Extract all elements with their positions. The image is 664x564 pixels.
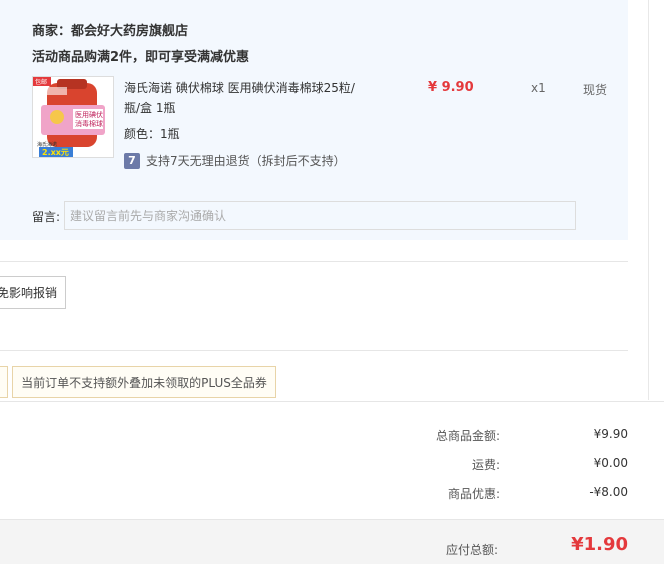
payable-value: ¥1.90 xyxy=(571,534,628,555)
summary-value: ¥0.00 xyxy=(593,456,628,470)
coupon-notice: 当前订单不支持额外叠加未领取的PLUS全品券 xyxy=(12,366,276,398)
note-input[interactable] xyxy=(64,201,576,230)
seven-day-return-icon: 7 xyxy=(124,152,140,169)
panel-edge-divider xyxy=(648,0,649,400)
note-label: 留言: xyxy=(32,210,61,224)
merchant-name[interactable]: 商家：都会好大药房旗舰店 xyxy=(32,20,188,39)
product-quantity: x1 xyxy=(531,81,546,95)
thumb-label-1: 医用碘伏 xyxy=(75,110,103,119)
summary-value: ¥9.90 xyxy=(593,427,628,441)
thumb-label-2: 消毒棉球 xyxy=(75,119,103,128)
summary-discount: 商品优惠: -¥8.00 xyxy=(400,485,630,505)
invoice-option-button[interactable]: 免影响报销 xyxy=(0,276,66,309)
coupon-tab-edge[interactable] xyxy=(0,366,8,398)
payable-label: 应付总额: xyxy=(446,543,499,557)
product-title[interactable]: 海氏海诺 碘伏棉球 医用碘伏消毒棉球25粒/瓶/盒 1瓶 xyxy=(124,78,364,118)
summary-label: 运费: xyxy=(471,458,500,472)
promo-text: 活动商品购满2件，即可享受满减优惠 xyxy=(32,50,250,65)
product-stock-status: 现货 xyxy=(583,83,608,97)
right-gutter xyxy=(628,0,664,400)
thumb-brand: 海氏海诺 xyxy=(37,141,57,148)
divider xyxy=(0,350,628,351)
return-policy: 7 支持7天无理由退货（拆封后不支持） xyxy=(124,152,346,169)
return-policy-text: 支持7天无理由退货（拆封后不支持） xyxy=(146,154,346,168)
summary-goods-total: 总商品金额: ¥9.90 xyxy=(400,427,630,447)
product-color: 颜色：1瓶 xyxy=(124,127,180,141)
divider xyxy=(0,401,664,402)
product-thumbnail[interactable]: 包邮 医用碘伏 消毒棉球 海氏海诺 2.xx元 xyxy=(32,76,114,158)
divider xyxy=(0,261,628,262)
summary-label: 总商品金额: xyxy=(435,429,500,443)
summary-label: 商品优惠: xyxy=(447,487,500,501)
product-price: ¥ 9.90 xyxy=(428,80,474,95)
summary-shipping: 运费: ¥0.00 xyxy=(400,456,630,476)
summary-value: -¥8.00 xyxy=(589,485,628,499)
product-image: 包邮 医用碘伏 消毒棉球 海氏海诺 2.xx元 xyxy=(33,77,113,157)
thumb-price: 2.xx元 xyxy=(42,148,69,157)
thumb-badge: 包邮 xyxy=(35,78,47,86)
payable-total-bar xyxy=(0,519,664,564)
